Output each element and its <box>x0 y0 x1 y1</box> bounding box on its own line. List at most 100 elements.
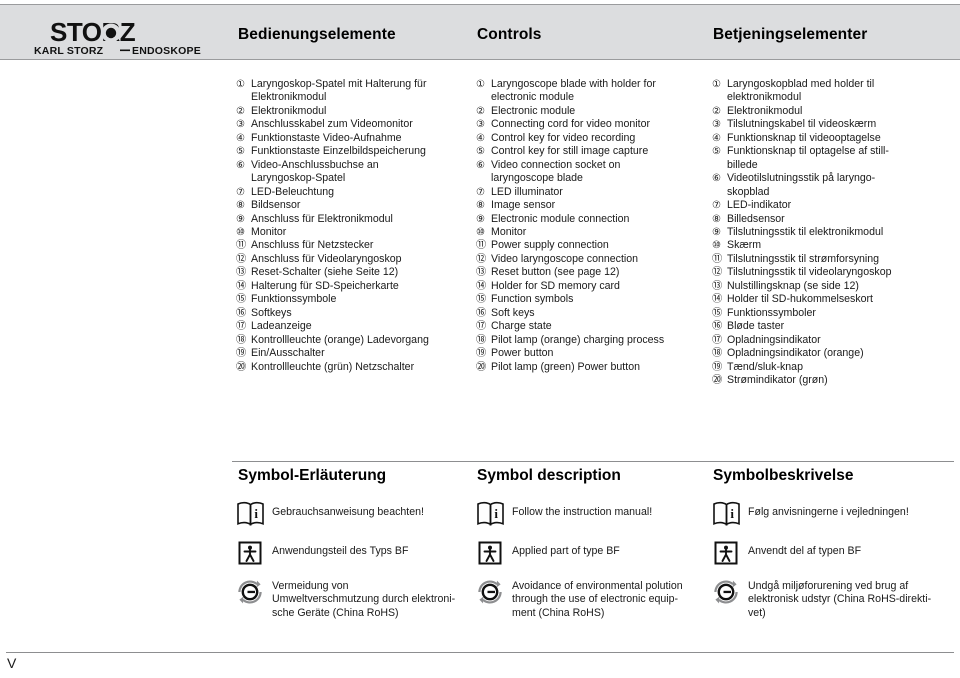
type-bf-applied-part-icon <box>476 539 512 570</box>
list-item-label: Holder for SD memory card <box>491 279 620 292</box>
list-item: ⑫ Tilslutningsstik til videolaryngoskop <box>712 266 952 279</box>
controls-list-english: ① Laryngoscope blade with holder for elec… <box>476 78 711 374</box>
list-item-label: Videotilslutningsstik på laryngo- skopbl… <box>727 172 876 198</box>
header-title-german: Bedienungselemente <box>238 26 396 43</box>
list-item: ⑮ Funktionssymbole <box>236 293 476 306</box>
symbol-row: Undgå miljøforurening ved brug af elektr… <box>712 578 954 624</box>
controls-list-danish: ① Laryngoskopblad med holder til elektron… <box>712 78 952 387</box>
list-item: ① Laryngoskop-Spatel mit Halterung für El… <box>236 78 476 105</box>
symbol-row: i Gebrauchsanweisung beachten! <box>236 500 471 539</box>
svg-text:i: i <box>254 506 258 521</box>
list-item-label: Control key for still image capture <box>491 145 649 158</box>
china-rohs-icon <box>712 578 748 609</box>
symbol-description: Vermeidung von Umweltverschmutzung durch… <box>272 580 456 619</box>
list-item: ⑧ Billedsensor <box>712 213 952 226</box>
list-item: ⑪ Power supply connection <box>476 239 711 252</box>
list-item-label: Video connection socket on laryngoscope … <box>491 158 621 185</box>
list-item-label: Tilslutningskabel til videoskærm <box>727 118 877 131</box>
list-item: ⑮ Funktionssymboler <box>712 307 952 320</box>
list-item: ⑨ Electronic module connection <box>476 213 711 226</box>
list-item-number: ⑬ <box>476 267 487 279</box>
list-item-label: Control key for video recording <box>491 131 636 144</box>
list-item-label: Skærm <box>727 239 762 252</box>
manual-book-info-icon: i <box>712 500 748 531</box>
symbol-description: Følg anvisningerne i vejledningen! <box>748 506 909 518</box>
list-item-label: Elektronikmodul <box>251 104 327 117</box>
type-bf-applied-part-icon <box>712 539 748 570</box>
list-item: ⑩ Monitor <box>476 226 711 239</box>
list-item-label: Laryngoskopblad med holder til elektroni… <box>727 78 875 104</box>
list-item-label: Power button <box>491 347 554 360</box>
list-item-number: ④ <box>236 132 246 144</box>
china-rohs-icon <box>476 578 512 609</box>
list-item: ⑦ LED-indikator <box>712 199 952 212</box>
symbol-heading-english: Symbol description <box>477 467 621 484</box>
list-item-label: Kontrollleuchte (orange) Ladevorgang <box>251 333 429 346</box>
list-item-label: Tænd/sluk-knap <box>727 360 803 373</box>
list-item-number: ⑤ <box>712 146 722 158</box>
list-item: ④ Funktionsknap til videooptagelse <box>712 132 952 145</box>
list-item: ⑯ Soft keys <box>476 307 711 320</box>
page-header-band: STORZ KARL STORZ ENDOSKOPE Bedienungsele… <box>0 4 960 60</box>
list-item: ⑳ Pilot lamp (green) Power button <box>476 361 711 374</box>
footer-divider <box>6 652 954 653</box>
symbol-description: Anvendt del af typen BF <box>748 545 862 557</box>
list-item-label: Bløde taster <box>727 320 785 333</box>
list-item-label: Funktionssymbole <box>251 293 337 306</box>
list-item-label: Image sensor <box>491 199 556 212</box>
controls-list-german: ① Laryngoskop-Spatel mit Halterung für El… <box>236 78 476 374</box>
list-item: ⑤ Funktionstaste Einzelbildspeicherung <box>236 145 476 158</box>
list-item-number: ⑩ <box>712 240 722 252</box>
list-item-number: ⑭ <box>236 280 247 292</box>
symbol-description: Avoidance of environmental polution thro… <box>512 580 683 619</box>
list-item-label: Halterung für SD-Speicherkarte <box>251 279 399 292</box>
symbol-column-german: i Gebrauchsanweisung beachten! Anwendungst… <box>236 500 471 624</box>
list-item-number: ⑳ <box>712 374 723 386</box>
list-item-label: Electronic module <box>491 104 576 117</box>
list-item: ⑦ LED-Beleuchtung <box>236 186 476 199</box>
list-item: ⑰ Charge state <box>476 320 711 333</box>
list-item-label: Tilslutningsstik til videolaryngoskop <box>727 266 892 279</box>
list-item: ⑤ Funktionsknap til optagelse af still- b… <box>712 145 952 172</box>
symbol-row: Vermeidung von Umweltverschmutzung durch… <box>236 578 471 624</box>
page-marker: V <box>7 655 17 671</box>
list-item-label: Electronic module connection <box>491 212 630 225</box>
list-item-label: Pilot lamp (green) Power button <box>491 360 640 373</box>
list-item-number: ⑦ <box>712 200 722 212</box>
list-item-number: ③ <box>476 119 486 131</box>
list-item: ⑲ Tænd/sluk-knap <box>712 361 952 374</box>
list-item: ⑩ Monitor <box>236 226 476 239</box>
list-item-number: ⑦ <box>236 186 246 198</box>
list-item-number: ① <box>476 79 486 90</box>
list-item-label: Monitor <box>491 225 527 238</box>
list-item-number: ⑯ <box>476 307 487 319</box>
list-item-label: Bildsensor <box>251 199 301 212</box>
china-rohs-icon <box>236 578 272 609</box>
list-item: ⑭ Halterung für SD-Speicherkarte <box>236 280 476 293</box>
list-item-number: ⑫ <box>476 253 487 265</box>
list-item-number: ⑨ <box>476 213 486 225</box>
list-item-number: ⑫ <box>236 253 247 265</box>
list-item: ⑳ Strømindikator (grøn) <box>712 374 952 387</box>
list-item: ④ Control key for video recording <box>476 132 711 145</box>
symbol-description: Gebrauchsanweisung beachten! <box>272 506 424 518</box>
list-item: ① Laryngoscope blade with holder for elec… <box>476 78 711 105</box>
list-item: ② Electronic module <box>476 105 711 118</box>
list-item-number: ⑮ <box>476 294 487 306</box>
list-item-number: ⑭ <box>712 294 723 306</box>
header-titles: Bedienungselemente Controls Betjeningsel… <box>0 5 960 61</box>
list-item-number: ⑧ <box>476 200 486 212</box>
list-item: ⑮ Function symbols <box>476 293 711 306</box>
header-title-english: Controls <box>477 26 542 43</box>
list-item-number: ⑳ <box>236 361 247 373</box>
list-item-number: ⑮ <box>712 307 723 319</box>
list-item: ⑱ Kontrollleuchte (orange) Ladevorgang <box>236 334 476 347</box>
list-item-label: Strømindikator (grøn) <box>727 373 828 386</box>
list-item-label: Funktionsknap til optagelse af still- bi… <box>727 145 889 171</box>
list-item-label: Funktionstaste Video-Aufnahme <box>251 131 402 144</box>
list-item: ⑭ Holder for SD memory card <box>476 280 711 293</box>
list-item-label: Reset-Schalter (siehe Seite 12) <box>251 266 399 279</box>
list-item: ⑲ Power button <box>476 347 711 360</box>
list-item-number: ⑲ <box>476 348 487 360</box>
list-item-number: ⑪ <box>236 240 247 252</box>
